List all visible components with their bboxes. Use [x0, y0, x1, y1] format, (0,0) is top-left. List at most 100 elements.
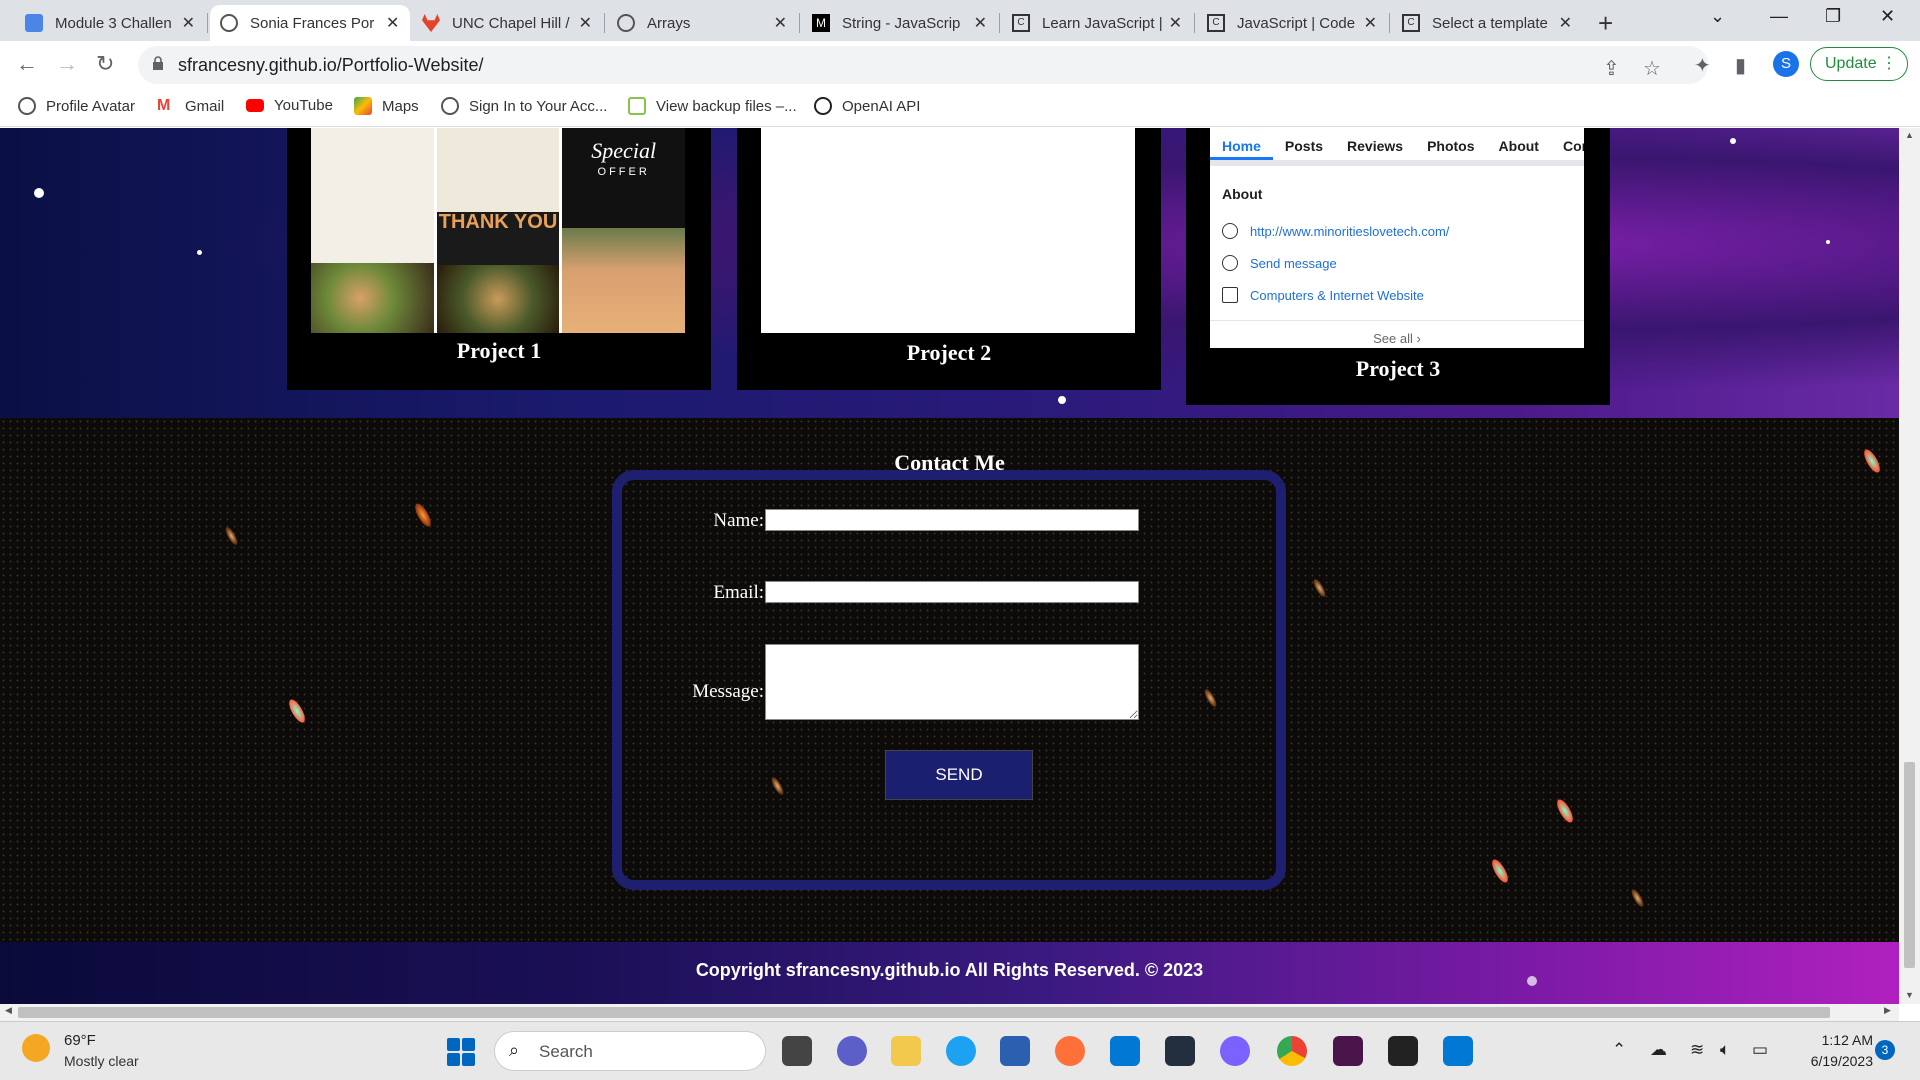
file-explorer-icon[interactable] [891, 1036, 921, 1066]
scroll-up-icon[interactable]: ▲ [1905, 130, 1914, 140]
bookmark-youtube[interactable]: YouTube [246, 97, 333, 114]
fb-link: http://www.minoritieslovetech.com/ [1250, 223, 1450, 239]
tab-arrays[interactable]: Arrays ✕ [607, 5, 797, 41]
vertical-scrollbar[interactable]: ▲ ▼ [1899, 128, 1920, 1004]
edge-icon[interactable] [946, 1036, 976, 1066]
page-viewport: THANK YOU Special OFFER Project 1 Projec… [0, 128, 1899, 1004]
chat-icon[interactable] [837, 1036, 867, 1066]
volume-icon[interactable]: 🔈︎ [1720, 1040, 1730, 1060]
extensions-icon[interactable]: ✦ [1694, 53, 1711, 78]
name-field[interactable] [765, 509, 1139, 531]
tab-unc[interactable]: UNC Chapel Hill / ✕ [412, 5, 602, 41]
bookmark-gmail[interactable]: M Gmail [157, 97, 224, 115]
update-button[interactable]: Update ⋮ [1810, 47, 1908, 81]
bookmark-star-icon[interactable]: ☆ [1643, 56, 1661, 81]
star [34, 188, 44, 198]
firefox-icon[interactable] [1055, 1036, 1085, 1066]
weather-temp[interactable]: 69°F [64, 1032, 96, 1049]
tab-search-icon[interactable]: ⌄ [1710, 6, 1725, 27]
close-icon[interactable]: ✕ [1559, 13, 1572, 33]
globe-icon [220, 14, 238, 32]
tab-javascript-code[interactable]: C JavaScript | Code ✕ [1197, 5, 1387, 41]
side-panel-icon[interactable]: ▮ [1735, 53, 1746, 78]
reload-icon[interactable]: ↻ [96, 51, 114, 77]
project-1-image[interactable]: THANK YOU Special OFFER [311, 128, 686, 333]
close-icon[interactable]: ✕ [386, 13, 399, 33]
project-2-image[interactable] [761, 128, 1135, 333]
mdn-icon: M [812, 14, 830, 32]
bookmark-maps[interactable]: Maps [354, 97, 419, 115]
wifi-icon[interactable]: ≋ [1690, 1040, 1704, 1060]
tab-portfolio[interactable]: Sonia Frances Por ✕ [210, 5, 410, 41]
minimize-icon[interactable]: — [1770, 6, 1788, 27]
slack-icon[interactable] [1333, 1036, 1363, 1066]
profile-avatar[interactable]: S [1773, 51, 1799, 77]
close-window-icon[interactable]: ✕ [1880, 6, 1895, 27]
battery-icon[interactable]: ▭ [1752, 1040, 1768, 1060]
project-3-image[interactable]: Home Posts Reviews Photos About Cor Abou… [1210, 128, 1584, 348]
store-icon[interactable] [1000, 1036, 1030, 1066]
mail-icon[interactable] [1110, 1036, 1140, 1066]
project-card-2[interactable]: Project 2 [737, 128, 1161, 390]
task-view-icon[interactable] [782, 1036, 812, 1066]
new-tab-button[interactable]: + [1598, 8, 1613, 39]
tab-select-template[interactable]: C Select a template ✕ [1392, 5, 1582, 41]
bookmark-openai[interactable]: OpenAI API [814, 97, 920, 115]
restore-icon[interactable]: ❐ [1825, 6, 1841, 27]
clock-date[interactable]: 6/19/2023 [1793, 1053, 1873, 1069]
tab-label: Select a template [1432, 14, 1548, 32]
close-icon[interactable]: ✕ [579, 13, 592, 33]
scroll-right-icon[interactable]: ▶ [1884, 1005, 1891, 1016]
share-icon[interactable]: ⇪ [1603, 56, 1620, 81]
vscode-icon[interactable] [1443, 1036, 1473, 1066]
amazon-icon[interactable] [1165, 1036, 1195, 1066]
fb-category-row: Computers & Internet Website [1222, 287, 1424, 303]
windows-taskbar: 69°F Mostly clear ⌕ Search ⌃ ☁ ≋ 🔈︎ ▭ 1:… [0, 1021, 1920, 1080]
scrollbar-thumb[interactable] [1904, 762, 1915, 968]
special-text: Special [591, 138, 657, 163]
close-icon[interactable]: ✕ [1169, 13, 1182, 33]
fb-tab-home: Home [1210, 128, 1273, 160]
scroll-down-icon[interactable]: ▼ [1905, 990, 1914, 1000]
bookmark-label: Profile Avatar [46, 97, 135, 115]
notification-badge[interactable]: 3 [1875, 1040, 1895, 1060]
bookmark-profile-avatar[interactable]: Profile Avatar [18, 97, 135, 115]
star-streak [1629, 887, 1646, 909]
bookmark-backup[interactable]: View backup files –... [628, 97, 797, 115]
scrollbar-thumb[interactable] [18, 1007, 1830, 1018]
cloud-icon[interactable]: ☁ [1650, 1040, 1667, 1060]
taskbar-search[interactable]: ⌕ Search [494, 1031, 766, 1071]
tab-learn-js[interactable]: C Learn JavaScript | ✕ [1002, 5, 1192, 41]
app-icon[interactable] [1220, 1036, 1250, 1066]
url-text: sfrancesny.github.io/Portfolio-Website/ [178, 55, 484, 75]
horizontal-scrollbar[interactable]: ◀ ▶ [0, 1004, 1899, 1021]
menu-dots-icon[interactable]: ⋮ [1881, 48, 1897, 80]
codecademy-icon: C [1012, 14, 1030, 32]
close-icon[interactable]: ✕ [182, 13, 195, 33]
bookmark-sign-in[interactable]: Sign In to Your Acc... [441, 97, 607, 115]
email-field[interactable] [765, 581, 1139, 603]
chrome-icon[interactable] [1277, 1036, 1307, 1066]
tab-module-3[interactable]: Module 3 Challen ✕ [15, 5, 205, 41]
star-streak [412, 501, 434, 529]
address-bar[interactable]: sfrancesny.github.io/Portfolio-Website/ … [138, 46, 1708, 84]
back-icon[interactable]: ← [16, 51, 38, 77]
chevron-up-icon[interactable]: ⌃ [1612, 1040, 1626, 1060]
project-card-1[interactable]: THANK YOU Special OFFER Project 1 [287, 128, 711, 390]
close-icon[interactable]: ✕ [1364, 13, 1377, 33]
scroll-left-icon[interactable]: ◀ [5, 1005, 12, 1016]
tab-string[interactable]: M String - JavaScrip ✕ [802, 5, 997, 41]
start-button[interactable] [447, 1038, 475, 1066]
message-field[interactable] [765, 644, 1139, 720]
project-card-3[interactable]: Home Posts Reviews Photos About Cor Abou… [1186, 128, 1610, 405]
terminal-icon[interactable] [1388, 1036, 1418, 1066]
browser-toolbar: ← → ↻ sfrancesny.github.io/Portfolio-Web… [0, 41, 1920, 89]
close-icon[interactable]: ✕ [974, 13, 987, 33]
clock-time[interactable]: 1:12 AM [1803, 1032, 1873, 1048]
send-button[interactable]: SEND [885, 750, 1033, 800]
weather-desc[interactable]: Mostly clear [64, 1053, 139, 1069]
weather-moon-icon[interactable] [22, 1034, 50, 1062]
globe-icon [18, 97, 36, 115]
close-icon[interactable]: ✕ [774, 13, 787, 33]
forward-icon[interactable]: → [56, 51, 78, 77]
